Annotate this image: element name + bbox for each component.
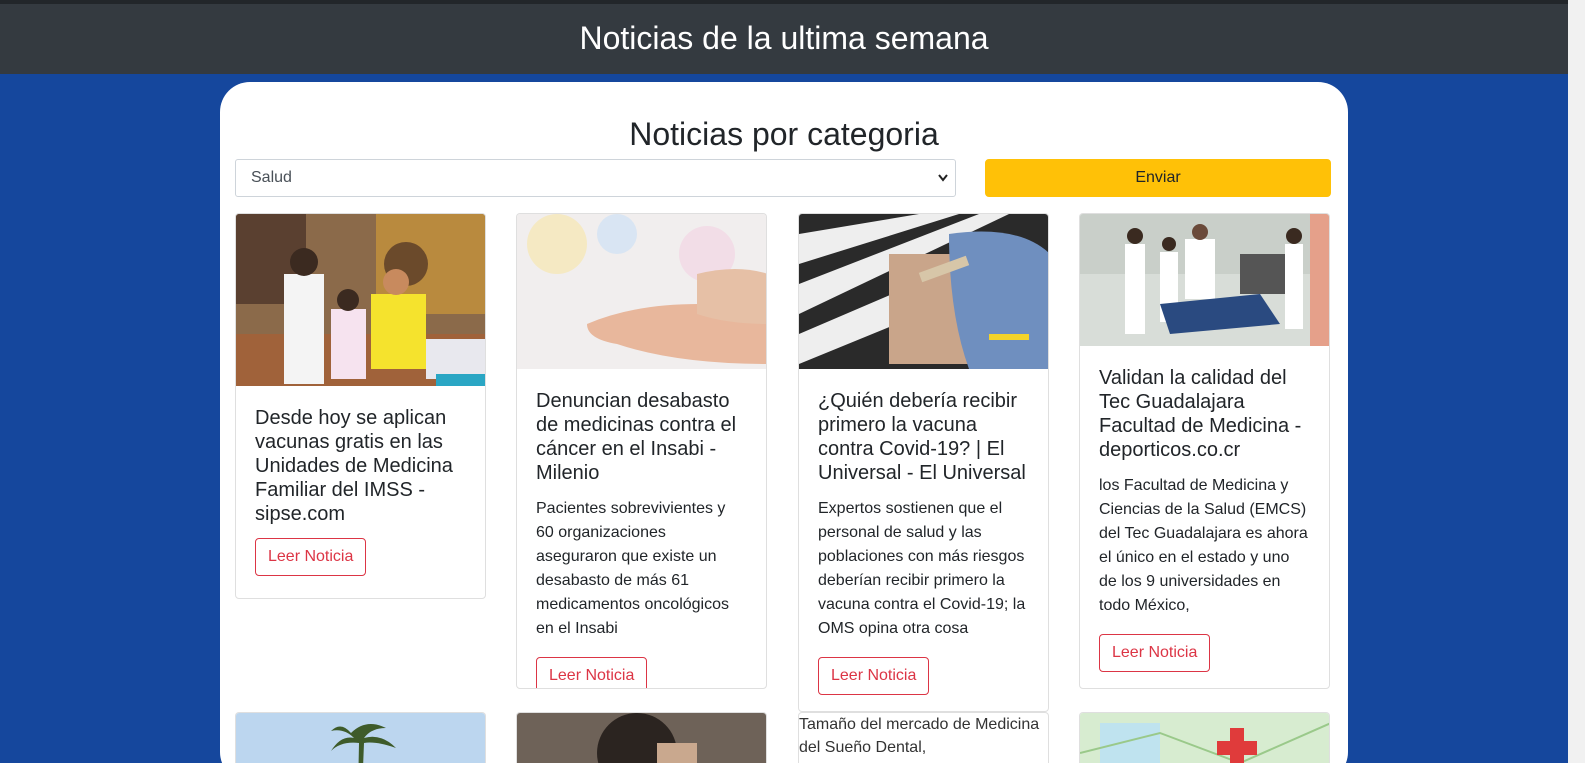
news-card	[1079, 712, 1330, 763]
read-news-button[interactable]: Leer Noticia	[818, 657, 930, 695]
broken-image-alt-text: Tamaño del mercado de Medicina del Sueño…	[799, 716, 1040, 756]
news-image-vaccination	[236, 214, 485, 386]
read-news-button[interactable]: Leer Noticia	[255, 538, 367, 576]
category-select-value: Salud	[251, 169, 292, 186]
news-card	[516, 712, 767, 763]
category-select[interactable]: Salud	[235, 159, 956, 197]
news-card	[235, 712, 486, 763]
news-card: Tamaño del mercado de Medicina del Sueño…	[798, 712, 1049, 763]
news-image-medicine	[1080, 713, 1329, 763]
news-image-hospital-hand	[517, 214, 766, 369]
news-panel: Noticias por categoria Salud Enviar Desd…	[220, 82, 1348, 763]
news-image-palm-trees	[236, 713, 485, 763]
chevron-down-icon	[937, 160, 949, 210]
news-card-description: Expertos sostienen que el personal de sa…	[818, 500, 1026, 637]
news-card: Desde hoy se aplican vacunas gratis en l…	[235, 213, 486, 599]
news-card-title: ¿Quién debería recibir primero la vacuna…	[818, 390, 1026, 484]
news-card-description: los Facultad de Medicina y Ciencias de l…	[1099, 477, 1308, 614]
news-card-description: Pacientes sobrevivientes y 60 organizaci…	[536, 500, 729, 637]
panel-title: Noticias por categoria	[629, 116, 939, 152]
read-news-button[interactable]: Leer Noticia	[536, 657, 648, 688]
news-image-medical-school	[1080, 214, 1329, 346]
news-card-title: Denuncian desabasto de medicinas contra …	[536, 390, 737, 484]
news-card: Validan la calidad del Tec Guadalajara F…	[1079, 213, 1330, 689]
news-card: Denuncian desabasto de medicinas contra …	[516, 213, 767, 689]
news-image-person	[517, 713, 766, 763]
top-navbar: Noticias de la ultima semana	[0, 0, 1568, 74]
submit-button[interactable]: Enviar	[985, 159, 1331, 197]
news-card-title: Validan la calidad del Tec Guadalajara F…	[1099, 367, 1302, 461]
news-image-vaccine-injection	[799, 214, 1048, 369]
vertical-scrollbar[interactable]	[1568, 0, 1585, 763]
news-card: ¿Quién debería recibir primero la vacuna…	[798, 213, 1049, 712]
page-header-title: Noticias de la ultima semana	[579, 20, 989, 56]
read-news-button[interactable]: Leer Noticia	[1099, 634, 1211, 672]
news-card-title: Desde hoy se aplican vacunas gratis en l…	[255, 407, 453, 525]
